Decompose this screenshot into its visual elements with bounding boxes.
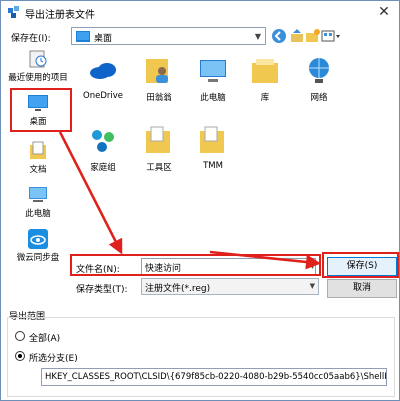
file-label: 此电脑 [200,93,226,103]
file-label: 库 [260,93,270,103]
title-bar: 导出注册表文件 ✕ [1,1,399,23]
cancel-button[interactable]: 取消 [327,279,397,298]
place-label: 最近使用的项目 [8,73,68,83]
save-in-value: 桌面 [94,34,113,44]
file-item[interactable]: 此电脑 [183,55,243,103]
computer-icon [200,60,226,82]
folder-icon [200,126,224,153]
annotation-box-filename [70,254,321,276]
up-folder-icon[interactable] [289,28,305,44]
file-item[interactable]: OneDrive [73,55,133,101]
file-item[interactable]: 库 [235,55,295,103]
place-label: 文档 [29,165,47,175]
back-icon[interactable] [271,28,287,44]
save-in-dropdown[interactable]: 桌面 ▼ [71,27,266,45]
annotation-box-desktop [10,88,72,132]
file-label: 家庭组 [90,163,116,173]
radio-branch[interactable] [15,351,25,361]
homegroup-icon [92,130,114,152]
place-this-pc[interactable]: 此电脑 [5,185,71,219]
save-in-label: 保存在(I): [11,34,51,44]
view-menu-icon[interactable] [321,28,341,44]
places-bar: 最近使用的项目 桌面 文档 此电脑 微云同步盘 [5,49,71,299]
chevron-down-icon: ▼ [309,282,315,290]
library-icon [252,59,278,83]
radio-all[interactable] [15,331,25,341]
file-item[interactable]: 工具区 [129,125,189,173]
export-registry-dialog: 导出注册表文件 ✕ 保存在(I): 桌面 ▼ 最近使用的项目 桌面 文档 此电脑… [0,0,400,401]
place-label: 此电脑 [25,209,51,219]
file-list: OneDrive 田翁翁 此电脑 库 网络 家庭组 工具区 TMM [73,49,389,249]
this-pc-icon [29,187,47,202]
filetype-value: 注册文件(*.reg) [145,284,211,294]
chevron-down-icon: ▼ [254,32,261,41]
place-label: 微云同步盘 [16,253,60,263]
window-title: 导出注册表文件 [25,10,95,21]
filetype-dropdown[interactable]: 注册文件(*.reg) ▼ [141,278,319,295]
place-documents[interactable]: 文档 [5,141,71,175]
new-folder-icon[interactable] [305,28,321,44]
file-label: TMM [203,161,223,171]
filetype-label: 保存类型(T): [76,285,128,295]
annotation-box-save [322,252,399,278]
documents-icon [30,141,46,159]
radio-all-label: 全部(A) [29,334,61,344]
file-label: OneDrive [83,91,123,101]
file-item[interactable]: 家庭组 [73,125,133,173]
file-item[interactable]: 田翁翁 [129,55,189,103]
file-label: 田翁翁 [146,93,172,103]
registry-editor-icon [8,6,19,18]
folder-icon [146,126,170,153]
file-item[interactable]: 网络 [289,55,349,103]
desktop-folder-icon [76,31,90,42]
onedrive-icon [90,63,116,79]
file-label: 工具区 [146,163,172,173]
network-icon [309,58,329,83]
place-recent[interactable]: 最近使用的项目 [5,49,71,83]
file-item[interactable]: TMM [183,125,243,171]
branch-path-input[interactable]: HKEY_CLASSES_ROOT\CLSID\{679f85cb-0220-4… [41,368,387,386]
file-label: 网络 [310,93,328,103]
close-button[interactable]: ✕ [373,3,395,21]
weiyun-icon [28,229,48,249]
radio-branch-label: 所选分支(E) [29,354,78,364]
recent-places-icon [29,50,47,68]
user-folder-icon [146,59,168,83]
place-weiyun[interactable]: 微云同步盘 [5,229,71,263]
